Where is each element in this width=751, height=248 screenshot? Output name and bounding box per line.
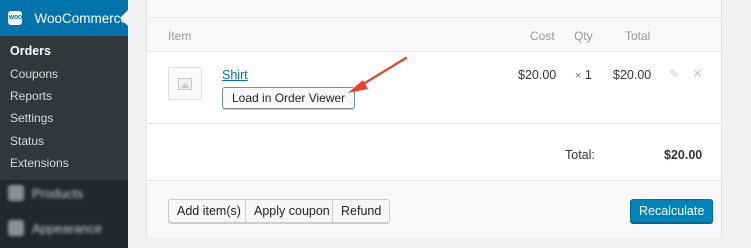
qty-multiplier: × <box>575 70 582 82</box>
products-icon <box>8 185 24 201</box>
active-menu-pointer <box>120 10 128 26</box>
woocommerce-submenu: Orders Coupons Reports Settings Status E… <box>0 36 128 180</box>
admin-sidebar: WOO WooCommerce Orders Coupons Reports S… <box>0 0 128 248</box>
woocommerce-logo-icon: WOO <box>8 11 23 25</box>
submenu-item-orders[interactable]: Orders <box>10 44 51 58</box>
menu-item-appearance[interactable]: Appearance <box>8 220 102 236</box>
total-label: Total: <box>565 148 595 162</box>
column-header-total: Total <box>625 29 651 43</box>
product-thumbnail <box>168 67 202 100</box>
submenu-item-settings[interactable]: Settings <box>10 111 53 125</box>
pencil-icon[interactable]: ✎ <box>669 67 679 81</box>
item-cost: $20.00 <box>518 68 557 82</box>
column-header-cost: Cost <box>530 29 555 43</box>
qty-value: 1 <box>584 68 592 82</box>
annotation-arrow-icon <box>348 56 408 93</box>
close-icon[interactable]: ✕ <box>692 66 703 82</box>
submenu-item-extensions[interactable]: Extensions <box>10 156 69 170</box>
apply-coupon-button[interactable]: Apply coupon <box>245 199 339 223</box>
item-total: $20.00 <box>613 68 652 82</box>
table-row: Shirt Load in Order Viewer $20.00 × 1 $2… <box>147 52 721 124</box>
panel-top-strip <box>147 0 721 18</box>
order-totals: Total: $20.00 <box>147 125 721 181</box>
item-qty: × 1 <box>575 68 592 82</box>
appearance-icon <box>8 220 24 236</box>
load-in-order-viewer-button[interactable]: Load in Order Viewer <box>222 87 356 109</box>
column-header-qty: Qty <box>574 29 593 43</box>
refund-button[interactable]: Refund <box>332 199 391 223</box>
submenu-item-coupons[interactable]: Coupons <box>10 67 58 81</box>
menu-item-label: Appearance <box>32 220 103 236</box>
woocommerce-menu-title: WooCommerce <box>34 10 128 26</box>
image-placeholder-icon <box>178 77 192 90</box>
recalculate-button[interactable]: Recalculate <box>630 199 714 223</box>
items-table-header: Item Cost Qty Total <box>147 18 721 52</box>
submenu-item-status[interactable]: Status <box>10 134 44 148</box>
page-background-strip <box>146 238 722 248</box>
order-items-panel: Item Cost Qty Total Shirt Load in Order … <box>146 0 722 238</box>
column-header-item: Item <box>168 29 192 43</box>
submenu-item-reports[interactable]: Reports <box>10 89 52 103</box>
order-actions-bar: Add item(s) Apply coupon Refund Recalcul… <box>147 182 721 238</box>
menu-item-label: Products <box>32 185 84 201</box>
menu-item-products[interactable]: Products <box>8 185 83 201</box>
item-name-link[interactable]: Shirt <box>222 68 248 82</box>
woocommerce-menu-header[interactable]: WOO WooCommerce <box>0 0 128 36</box>
total-value: $20.00 <box>664 148 703 162</box>
add-items-button[interactable]: Add item(s) <box>168 199 250 223</box>
